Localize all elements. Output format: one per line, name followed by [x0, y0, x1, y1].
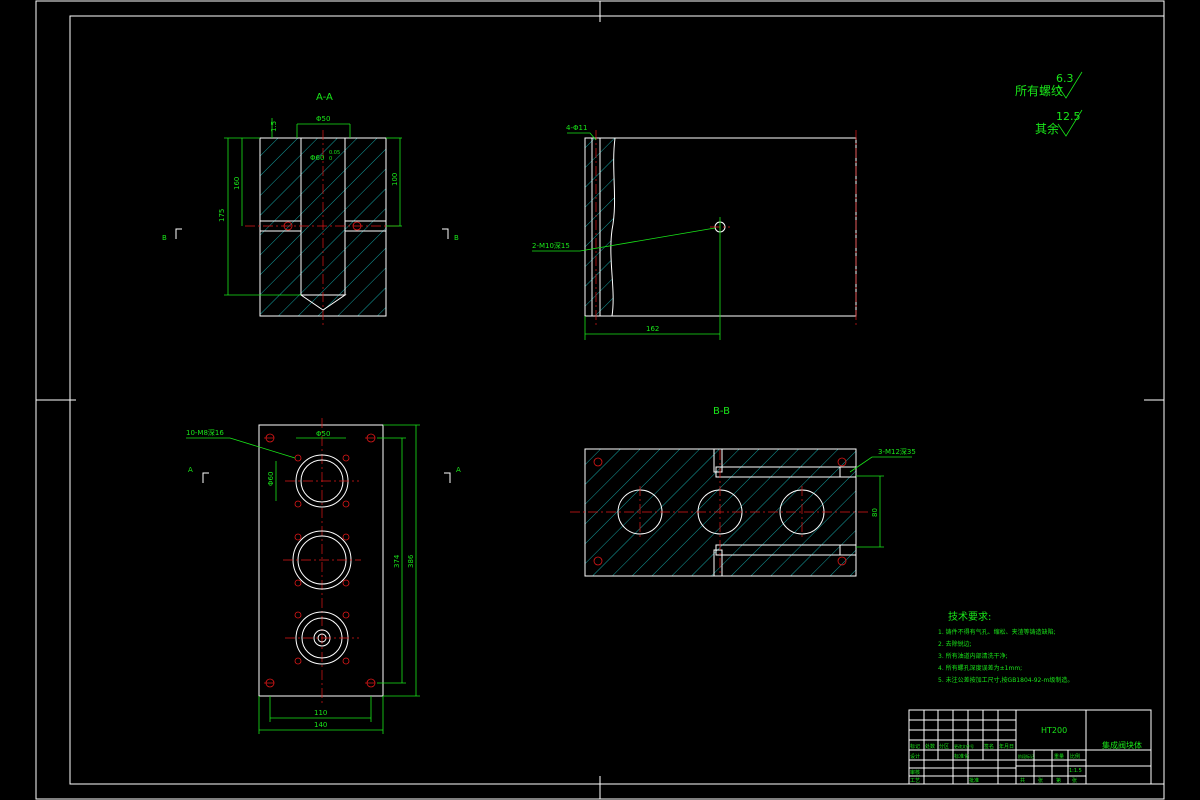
tb-cell: 设计	[910, 753, 920, 760]
dim-4-phi11: 4-Φ11	[566, 124, 587, 132]
dim-2-m10: 2-M10深15	[532, 241, 570, 250]
dim-3-m12: 3-M12深35	[878, 447, 916, 456]
cut-mark-a-right: A	[456, 466, 461, 474]
roughness-value-2: 12.5	[1056, 110, 1081, 123]
dim-140: 140	[314, 721, 327, 729]
technical-requirements: 技术要求: 1. 铸件不得有气孔、缩松、夹渣等铸造缺陷; 2. 去除锐边; 3.…	[938, 610, 1073, 684]
side-view-outline	[584, 137, 857, 317]
dim-10-m8: 10-M8深16	[186, 428, 224, 437]
tech-req-item: 5. 未注公差按加工尺寸,按GB1804-92-m级制造。	[938, 676, 1073, 684]
plan-view: Φ50 Φ60 10-M8深16 110 140 374 386 A A	[186, 418, 461, 734]
section-aa-title: A-A	[316, 92, 333, 103]
dim-80: 80	[871, 508, 879, 517]
section-bb-title: B-B	[713, 406, 730, 417]
tb-cell: 分区	[939, 743, 949, 750]
tb-cell: 标准化	[954, 753, 969, 760]
tb-cell: 张	[1072, 777, 1077, 784]
tech-req-title: 技术要求:	[948, 610, 991, 623]
dim-110: 110	[314, 709, 327, 717]
tb-cell: 签名	[984, 743, 994, 750]
tb-cell: 审核	[910, 769, 920, 776]
title-block: HT200 集成阀块体 1:1.5 标记 处数 分区 更改文件号 签名 年月日 …	[908, 709, 1152, 785]
plan-view-outline	[258, 424, 384, 697]
section-bb-body	[584, 448, 857, 577]
title-material: HT200	[1041, 726, 1067, 735]
roughness-value-1: 6.3	[1056, 72, 1074, 85]
corner-holes	[264, 433, 377, 688]
tb-cell: 重量	[1054, 753, 1064, 760]
section-bb-view: B-B 80 3-M12深35	[570, 406, 916, 577]
tb-cell: 处数	[925, 743, 935, 750]
cut-mark-a-left: A	[188, 466, 193, 474]
title-scale: 1:1.5	[1069, 768, 1082, 774]
dim-1-5: 1.5	[270, 121, 278, 132]
dim-tol-lower: 0	[329, 156, 332, 162]
dim-160: 160	[233, 177, 241, 190]
tech-req-item: 3. 所有油道内部清洗干净;	[938, 652, 1008, 660]
section-aa-view: A-A Φ50 1.5 Φ60 0.05 0 175 160 100 B B	[162, 92, 459, 325]
surface-roughness: 所有螺纹 6.3 其余 12.5	[1015, 71, 1083, 137]
tb-cell: 阶段标记	[1018, 753, 1034, 759]
cut-mark-b-right: B	[454, 234, 459, 242]
side-view: 162 4-Φ11 2-M10深15	[532, 124, 857, 340]
dim-phi50-top: Φ50	[316, 115, 330, 123]
cut-mark-b-left: B	[162, 234, 167, 242]
dim-175: 175	[218, 209, 226, 222]
tb-cell: 张	[1038, 777, 1043, 784]
tb-cell: 批准	[969, 777, 979, 784]
dim-phi50-plan: Φ50	[316, 430, 330, 438]
tb-cell: 比例	[1070, 753, 1080, 760]
dim-phi60: Φ60	[310, 154, 324, 162]
tb-cell: 共	[1020, 777, 1025, 784]
dim-374: 374	[393, 554, 401, 568]
tb-cell: 第	[1056, 777, 1061, 784]
dim-100: 100	[391, 173, 399, 186]
roughness-label-1: 所有螺纹	[1015, 84, 1063, 98]
tech-req-item: 1. 铸件不得有气孔、缩松、夹渣等铸造缺陷;	[938, 628, 1056, 636]
tb-cell: 标记	[910, 743, 920, 750]
cad-drawing: A-A Φ50 1.5 Φ60 0.05 0 175 160 100 B B 1…	[35, 0, 1165, 800]
tb-cell: 更改文件号	[954, 743, 974, 749]
roughness-label-2: 其余	[1035, 121, 1059, 136]
title-part-name: 集成阀块体	[1102, 740, 1142, 750]
tech-req-item: 4. 所有螺孔深度误差为±1mm;	[938, 664, 1022, 672]
dim-386: 386	[407, 554, 415, 568]
tb-cell: 工艺	[910, 778, 920, 784]
tb-cell: 年月日	[999, 743, 1014, 750]
tech-req-item: 2. 去除锐边;	[938, 640, 972, 648]
dim-162: 162	[646, 325, 659, 333]
dim-phi60-plan: Φ60	[267, 472, 275, 486]
